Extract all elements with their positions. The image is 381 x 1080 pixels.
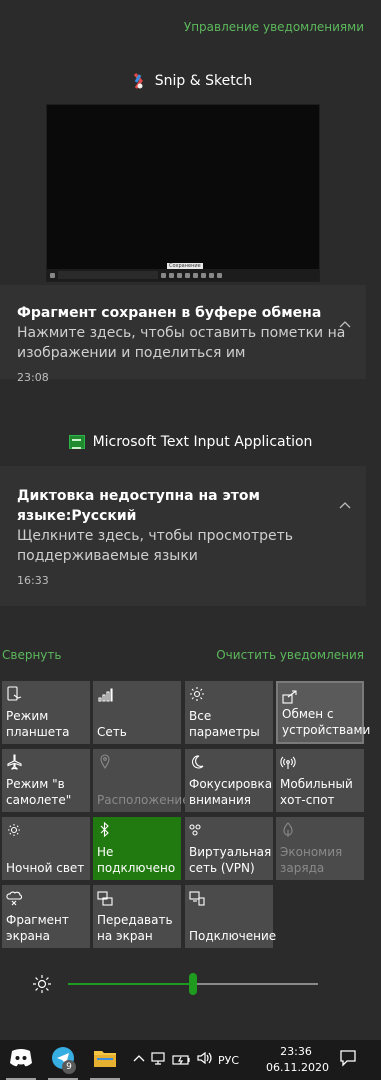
- language-indicator[interactable]: РУС: [218, 1054, 239, 1067]
- quick-action-tile[interactable]: Не подключено: [93, 817, 181, 880]
- quick-action-tile[interactable]: Обмен с устройствами: [276, 681, 371, 744]
- quick-action-label: Режим планшета: [6, 709, 70, 739]
- brightness-control: [0, 965, 381, 1005]
- quick-action-tile[interactable]: Все параметры: [185, 681, 273, 744]
- chevron-up-icon[interactable]: [338, 317, 352, 331]
- mti-app-header: Microsoft Text Input Application: [0, 434, 381, 450]
- manage-notifications-link[interactable]: Управление уведомлениями: [184, 20, 364, 34]
- notification-dictation[interactable]: Диктовка недоступна на этом языке:Русски…: [0, 466, 366, 606]
- notification-title: Диктовка недоступна на этом языке:Русски…: [17, 488, 260, 524]
- quick-action-tile[interactable]: Расположение: [93, 749, 190, 812]
- night-light-icon: [6, 822, 22, 838]
- quick-action-label: Расположение: [97, 793, 190, 807]
- quick-action-label: Не подключено: [97, 845, 176, 875]
- quick-action-label: Все параметры: [189, 709, 260, 739]
- telegram-badge: 9: [62, 1060, 76, 1074]
- connect-icon: [189, 890, 205, 906]
- notification-title: Фрагмент сохранен в буфере обмена: [17, 305, 322, 321]
- chevron-up-icon[interactable]: [338, 498, 352, 512]
- chevron-up-icon[interactable]: [132, 1051, 150, 1070]
- snip-sketch-icon: [129, 72, 147, 90]
- location-icon: [97, 754, 113, 770]
- battery-icon[interactable]: [172, 1051, 196, 1070]
- notification-body: Щелкните здесь, чтобы просмотреть поддер…: [17, 528, 294, 564]
- preview-mini-taskbar: [47, 269, 319, 281]
- screenshot-preview[interactable]: Сохранение: [46, 104, 320, 282]
- brightness-thumb[interactable]: [189, 973, 197, 995]
- system-tray: РУС: [132, 1040, 239, 1080]
- quick-action-label: Передавать на экран: [97, 913, 173, 943]
- taskbar-explorer[interactable]: [84, 1040, 126, 1080]
- quick-action-tile[interactable]: Экономия заряда: [276, 817, 364, 880]
- clock-time: 23:36: [280, 1045, 312, 1058]
- bluetooth-icon: [97, 821, 113, 838]
- keyboard-app-icon: [68, 435, 85, 449]
- quick-action-tile[interactable]: Подключение: [185, 885, 277, 948]
- taskbar: 9 РУС 23:36 06.11.2020: [0, 1040, 381, 1080]
- quick-action-tile[interactable]: Передавать на экран: [93, 885, 181, 948]
- brightness-fill: [68, 983, 193, 985]
- network-icon: [97, 686, 113, 702]
- airplane-icon: [6, 754, 22, 770]
- quick-action-label: Обмен с устройствами: [282, 707, 371, 737]
- share-icon: [282, 688, 298, 704]
- quick-action-tile[interactable]: Виртуальная сеть (VPN): [185, 817, 273, 880]
- quick-action-tile[interactable]: Фокусировка внимания: [185, 749, 273, 812]
- notification-time: 23:08: [17, 371, 49, 384]
- clear-notifications-link[interactable]: Очистить уведомления: [216, 648, 364, 662]
- brightness-sun-icon: [32, 974, 52, 994]
- folder-icon: [93, 1048, 117, 1072]
- quick-action-label: Виртуальная сеть (VPN): [189, 845, 272, 875]
- moon-icon: [189, 754, 205, 770]
- snip-app-name: Snip & Sketch: [154, 73, 253, 89]
- mti-app-name: Microsoft Text Input Application: [92, 434, 313, 450]
- quick-action-label: Фрагмент экрана: [6, 913, 69, 943]
- quick-action-tile[interactable]: Режим планшета: [2, 681, 90, 744]
- notification-time: 16:33: [17, 574, 49, 587]
- taskbar-telegram[interactable]: 9: [42, 1040, 84, 1080]
- clock-date: 06.11.2020: [266, 1061, 329, 1074]
- quick-action-label: Подключение: [189, 929, 277, 943]
- collapse-link[interactable]: Свернуть: [2, 648, 61, 662]
- project-icon: [97, 890, 113, 906]
- quick-action-label: Режим "в самолете": [6, 777, 72, 807]
- action-center-button[interactable]: [330, 1040, 366, 1080]
- snip-icon: [6, 890, 23, 906]
- notification-icon: [339, 1049, 357, 1071]
- quick-action-label: Ночной свет: [6, 861, 85, 875]
- volume-icon[interactable]: [196, 1050, 218, 1070]
- hotspot-icon: [280, 754, 296, 770]
- discord-icon: [8, 1047, 34, 1073]
- notification-snip[interactable]: Фрагмент сохранен в буфере обмена Нажмит…: [0, 285, 366, 384]
- notification-body: Нажмите здесь, чтобы оставить пометки на…: [17, 325, 346, 361]
- quick-action-label: Мобильный хот-спот: [280, 777, 353, 807]
- quick-action-label: Фокусировка внимания: [189, 777, 273, 807]
- quick-action-tile[interactable]: Ночной свет: [2, 817, 90, 880]
- quick-action-tile[interactable]: Сеть: [93, 681, 181, 744]
- quick-action-tile[interactable]: Фрагмент экрана: [2, 885, 90, 948]
- taskbar-discord[interactable]: [0, 1040, 42, 1080]
- quick-action-tile[interactable]: Режим "в самолете": [2, 749, 90, 812]
- brightness-slider[interactable]: [68, 973, 318, 995]
- quick-action-tile[interactable]: Мобильный хот-спот: [276, 749, 364, 812]
- quick-action-label: Экономия заряда: [280, 845, 343, 875]
- tablet-mode-icon: [6, 686, 22, 702]
- vpn-icon: [189, 822, 205, 838]
- taskbar-clock[interactable]: 23:36 06.11.2020: [266, 1044, 329, 1076]
- snip-app-header: Snip & Sketch: [0, 72, 381, 90]
- quick-action-label: Сеть: [97, 725, 127, 739]
- battery-saver-icon: [280, 822, 296, 838]
- settings-gear-icon: [189, 686, 205, 702]
- network-icon[interactable]: [150, 1050, 172, 1070]
